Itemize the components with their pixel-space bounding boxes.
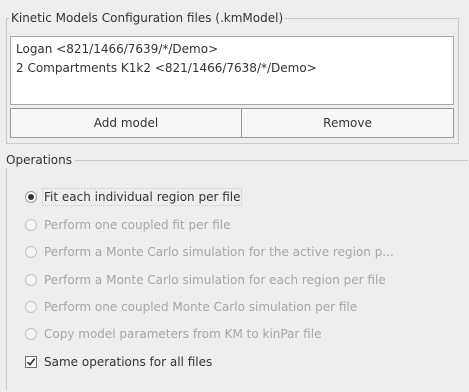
model-list-item-2-compartments[interactable]: 2 Compartments K1k2 <821/1466/7638/*/Dem… <box>16 59 317 77</box>
same-operations-label: Same operations for all files <box>44 355 213 369</box>
option-copy-model-params-label: Copy model parameters from KM to kinPar … <box>44 327 322 341</box>
model-list-item-logan[interactable]: Logan <821/1466/7639/*/Demo> <box>16 40 218 58</box>
option-monte-carlo-active-region[interactable]: Perform a Monte Carlo simulation for the… <box>25 242 394 262</box>
option-monte-carlo-active-region-label: Perform a Monte Carlo simulation for the… <box>44 245 394 259</box>
same-operations-checkbox[interactable] <box>25 356 37 368</box>
radio-selected-icon[interactable] <box>25 191 37 203</box>
radio-icon[interactable] <box>25 219 37 231</box>
same-operations-checkbox-row[interactable]: Same operations for all files <box>25 352 212 372</box>
option-coupled-monte-carlo-label: Perform one coupled Monte Carlo simulati… <box>44 300 358 314</box>
option-fit-each-region-label: Fit each individual region per file <box>41 188 243 206</box>
option-copy-model-params[interactable]: Copy model parameters from KM to kinPar … <box>25 324 321 344</box>
option-monte-carlo-each-region[interactable]: Perform a Monte Carlo simulation for eac… <box>25 270 386 290</box>
remove-button[interactable]: Remove <box>241 108 454 138</box>
radio-icon[interactable] <box>25 274 37 286</box>
kinetic-models-group-title: Kinetic Models Configuration files (.kmM… <box>9 10 286 26</box>
checkmark-icon <box>26 358 36 366</box>
option-coupled-fit-label: Perform one coupled fit per file <box>44 218 231 232</box>
option-fit-each-region[interactable]: Fit each individual region per file <box>25 187 243 207</box>
add-model-button[interactable]: Add model <box>10 108 242 138</box>
option-coupled-monte-carlo[interactable]: Perform one coupled Monte Carlo simulati… <box>25 297 357 317</box>
radio-icon[interactable] <box>25 246 37 258</box>
option-monte-carlo-each-region-label: Perform a Monte Carlo simulation for eac… <box>44 273 386 287</box>
operations-group-title: Operations <box>3 152 75 168</box>
radio-icon[interactable] <box>25 328 37 340</box>
radio-icon[interactable] <box>25 301 37 313</box>
model-list[interactable]: Logan <821/1466/7639/*/Demo> 2 Compartme… <box>10 36 454 105</box>
option-coupled-fit[interactable]: Perform one coupled fit per file <box>25 215 230 235</box>
